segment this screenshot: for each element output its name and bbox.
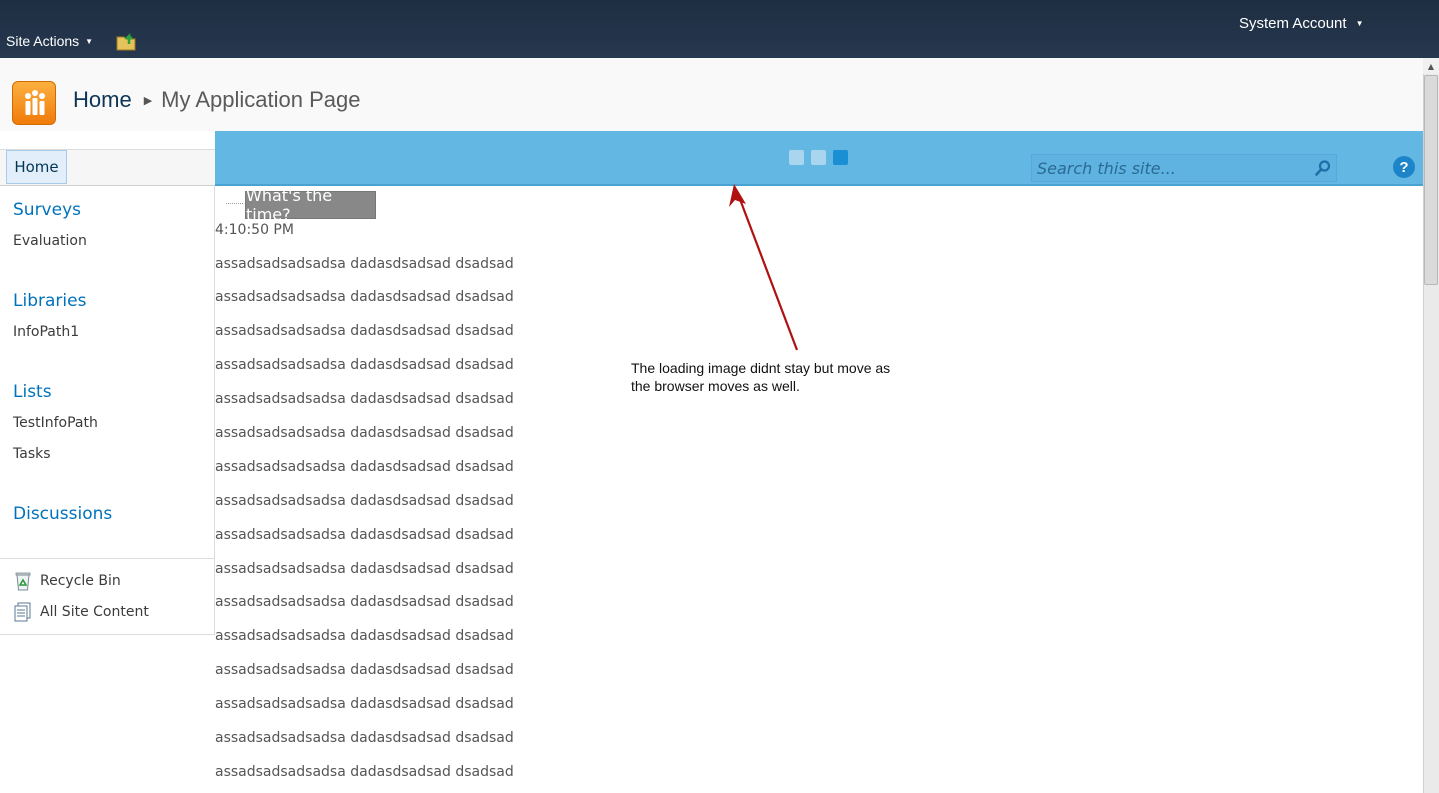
search-icon[interactable] bbox=[1309, 155, 1336, 181]
nav-heading-discussions[interactable]: Discussions bbox=[13, 504, 112, 524]
content-line: assadsadsadsadsa dadasdsadsad dsadsad bbox=[215, 256, 514, 272]
arrow-icon bbox=[729, 184, 799, 351]
content-line: assadsadsadsadsa dadasdsadsad dsadsad bbox=[215, 764, 514, 780]
loading-dot bbox=[811, 150, 826, 165]
help-icon[interactable]: ? bbox=[1393, 156, 1415, 178]
time-label: 4:10:50 PM bbox=[215, 222, 294, 238]
search-input[interactable] bbox=[1031, 154, 1307, 182]
annotation-line: The loading image didnt stay but move as bbox=[631, 360, 891, 376]
content-line: assadsadsadsadsa dadasdsadsad dsadsad bbox=[215, 391, 514, 407]
all-site-content-label: All Site Content bbox=[40, 604, 149, 620]
divider bbox=[0, 558, 215, 559]
content-line: assadsadsadsadsa dadasdsadsad dsadsad bbox=[215, 696, 514, 712]
all-site-content-link[interactable]: All Site Content bbox=[13, 602, 149, 622]
loading-dot-active bbox=[833, 150, 848, 165]
title-area: Home ▶ My Application Page bbox=[0, 58, 1423, 131]
nav-item-testinfopath[interactable]: TestInfoPath bbox=[13, 415, 98, 431]
chevron-down-icon: ▼ bbox=[85, 36, 94, 46]
scroll-up-icon[interactable]: ▲ bbox=[1423, 58, 1439, 74]
content-line: assadsadsadsadsa dadasdsadsad dsadsad bbox=[215, 323, 514, 339]
chevron-right-icon: ▶ bbox=[143, 94, 153, 107]
content-line: assadsadsadsadsa dadasdsadsad dsadsad bbox=[215, 357, 514, 373]
content-line: assadsadsadsadsa dadasdsadsad dsadsad bbox=[215, 425, 514, 441]
content-line: assadsadsadsadsa dadasdsadsad dsadsad bbox=[215, 561, 514, 577]
divider bbox=[226, 203, 243, 204]
recycle-bin-label: Recycle Bin bbox=[40, 573, 121, 589]
content-line: assadsadsadsadsa dadasdsadsad dsadsad bbox=[215, 594, 514, 610]
ribbon-bar bbox=[0, 0, 1439, 58]
tab-home[interactable]: Home bbox=[6, 150, 67, 184]
site-content-icon bbox=[13, 602, 33, 622]
recycle-bin-link[interactable]: Recycle Bin bbox=[13, 571, 121, 591]
scrollbar-thumb[interactable] bbox=[1424, 75, 1438, 285]
nav-item-tasks[interactable]: Tasks bbox=[13, 446, 51, 462]
breadcrumb-home-link[interactable]: Home bbox=[73, 87, 132, 113]
nav-heading-lists[interactable]: Lists bbox=[13, 382, 52, 402]
content-line: assadsadsadsadsa dadasdsadsad dsadsad bbox=[215, 459, 514, 475]
content-line: assadsadsadsadsa dadasdsadsad dsadsad bbox=[215, 493, 514, 509]
nav-heading-surveys[interactable]: Surveys bbox=[13, 200, 81, 220]
annotation-note: The loading image didnt stay but move as… bbox=[631, 359, 941, 395]
nav-item-infopath1[interactable]: InfoPath1 bbox=[13, 324, 79, 340]
content-line: assadsadsadsadsa dadasdsadsad dsadsad bbox=[215, 730, 514, 746]
site-actions-label: Site Actions bbox=[6, 33, 80, 49]
content-line: assadsadsadsadsa dadasdsadsad dsadsad bbox=[215, 289, 514, 305]
content-line: assadsadsadsadsa dadasdsadsad dsadsad bbox=[215, 628, 514, 644]
site-actions-menu[interactable]: Site Actions ▼ bbox=[6, 33, 93, 49]
content-line: assadsadsadsadsa dadasdsadsad dsadsad bbox=[215, 662, 514, 678]
loading-dot bbox=[789, 150, 804, 165]
quick-launch bbox=[0, 186, 215, 635]
whats-the-time-button[interactable]: What's the time? bbox=[245, 186, 376, 224]
account-menu[interactable]: System Account ▼ bbox=[1239, 15, 1363, 32]
account-name: System Account bbox=[1239, 15, 1347, 32]
content-line: assadsadsadsadsa dadasdsadsad dsadsad bbox=[215, 527, 514, 543]
recycle-bin-icon bbox=[13, 571, 33, 591]
navigate-up-icon[interactable] bbox=[115, 30, 139, 52]
page-title: My Application Page bbox=[161, 87, 361, 112]
nav-item-evaluation[interactable]: Evaluation bbox=[13, 233, 87, 249]
site-logo-icon[interactable] bbox=[12, 81, 56, 125]
annotation-line: the browser moves as well. bbox=[631, 378, 800, 394]
nav-heading-libraries[interactable]: Libraries bbox=[13, 291, 86, 311]
breadcrumb: Home ▶ My Application Page bbox=[73, 87, 361, 113]
chevron-down-icon: ▼ bbox=[1355, 19, 1364, 28]
loading-indicator bbox=[789, 150, 848, 165]
